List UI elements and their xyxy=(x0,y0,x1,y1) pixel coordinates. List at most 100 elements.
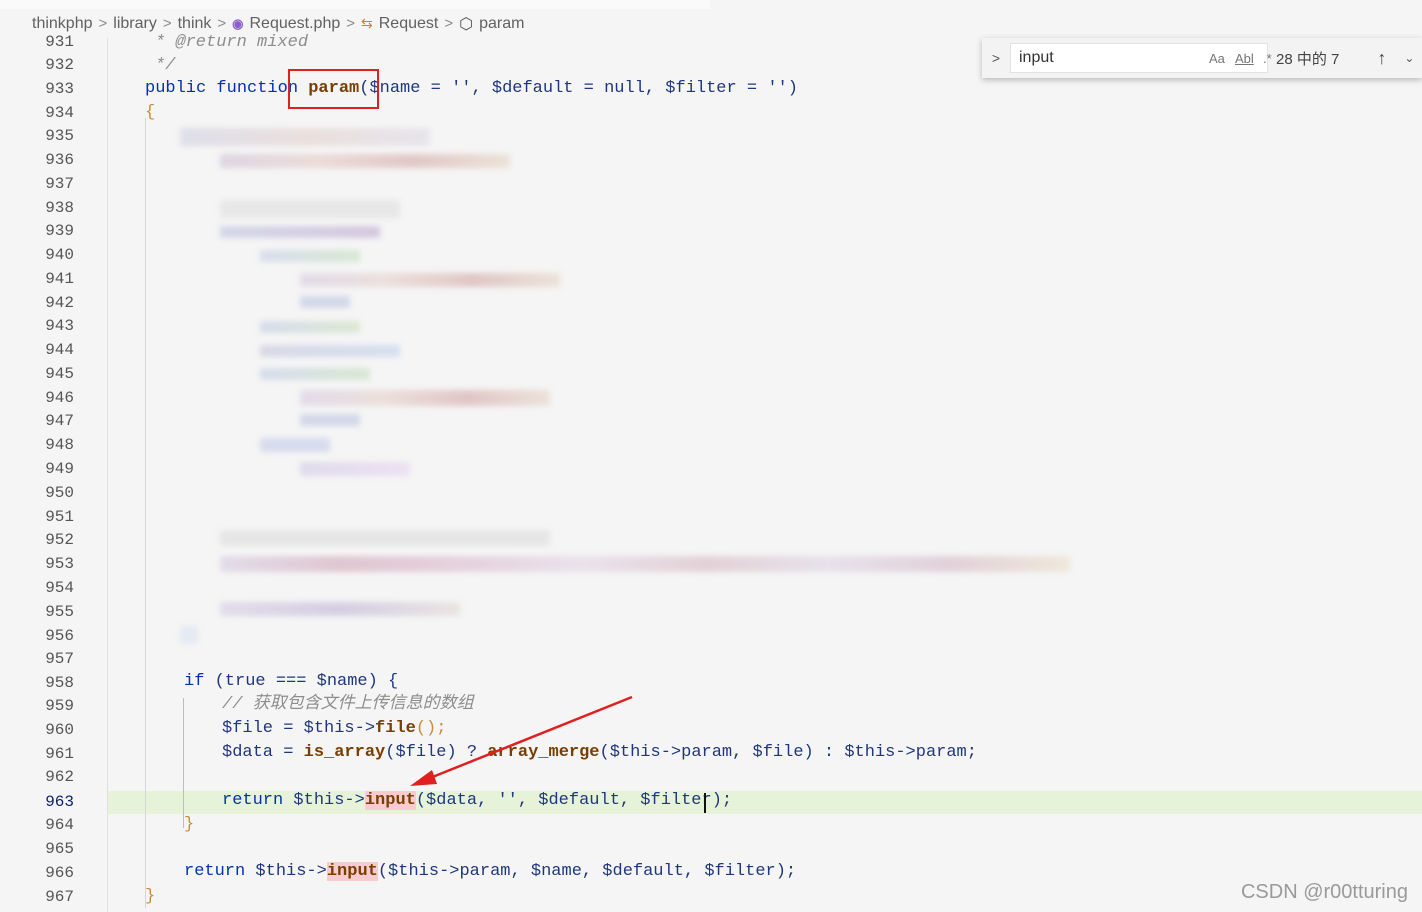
line-number: 936 xyxy=(45,151,74,169)
code-line-959: // 获取包含文件上传信息的数组 xyxy=(222,695,474,714)
code-token: (); xyxy=(415,719,447,738)
line-number: 935 xyxy=(45,127,74,145)
line-number: 962 xyxy=(45,768,74,786)
find-widget: > input Aa Abl .* 28 中的 7 ↑ ⌄ xyxy=(982,38,1422,78)
line-number: 952 xyxy=(45,531,74,549)
if-condition: (true === $name) { xyxy=(214,672,399,691)
line-number: 948 xyxy=(45,436,74,454)
line-number-active: 963 xyxy=(45,793,74,811)
code-line-967: } xyxy=(145,887,156,906)
code-line-964: } xyxy=(184,815,195,834)
breadcrumb-label: Request.php xyxy=(249,14,341,32)
breadcrumb-item-request-php[interactable]: ◉ Request.php xyxy=(232,15,340,33)
match-count: 28 中的 7 xyxy=(1276,50,1340,68)
code-token: ($this->param, $file) : $this->param; xyxy=(599,743,977,762)
chevron-right-icon: > xyxy=(346,15,355,32)
line-number: 931 xyxy=(45,33,74,51)
line-number: 942 xyxy=(45,294,74,312)
breadcrumb-item-request-class[interactable]: ⇆ Request xyxy=(361,15,438,33)
whole-word-icon[interactable]: Abl xyxy=(1235,51,1254,66)
code-line-932: */ xyxy=(155,56,176,75)
line-number: 939 xyxy=(45,222,74,240)
code-editor[interactable]: 931 932 933 934 935 936 937 938 939 940 … xyxy=(0,33,1422,912)
code-line-966: return $this->input($this->param, $name,… xyxy=(184,862,796,882)
breadcrumb-item-thinkphp[interactable]: thinkphp xyxy=(32,15,93,33)
breadcrumb-item-library[interactable]: library xyxy=(113,15,157,33)
line-number: 938 xyxy=(45,199,74,217)
line-number: 940 xyxy=(45,246,74,264)
code-token: ($file) ? xyxy=(385,743,488,762)
line-number: 934 xyxy=(45,104,74,122)
line-number: 953 xyxy=(45,555,74,573)
line-number: 957 xyxy=(45,650,74,668)
blurred-code-block xyxy=(180,128,1080,648)
chevron-right-icon: > xyxy=(98,15,108,32)
line-number: 965 xyxy=(45,840,74,858)
keyword-return: return xyxy=(222,791,294,810)
code-token: ($this->param, $name, $default, $filter)… xyxy=(377,862,797,881)
code-line-958: if (true === $name) { xyxy=(184,672,398,692)
annotation-red-box xyxy=(288,69,379,109)
param-signature: ($name = '', $default = null, $filter = … xyxy=(359,79,798,98)
previous-match-arrow-up-icon[interactable]: ↑ xyxy=(1377,48,1386,69)
line-number: 958 xyxy=(45,674,74,692)
line-number: 955 xyxy=(45,603,74,621)
php-file-icon: ◉ xyxy=(232,15,244,31)
breadcrumb-label: thinkphp xyxy=(32,14,93,32)
code-line-961: $data = is_array($file) ? array_merge($t… xyxy=(222,743,977,763)
top-strip xyxy=(0,0,710,9)
breadcrumb-label: param xyxy=(479,14,525,32)
code-token: $this-> xyxy=(293,791,365,810)
function-call-is-array: is_array xyxy=(303,743,386,762)
line-number: 951 xyxy=(45,508,74,526)
line-number: 945 xyxy=(45,365,74,383)
breadcrumb-item-param-method[interactable]: ⬡ param xyxy=(459,14,524,34)
line-number: 949 xyxy=(45,460,74,478)
code-token: $file = $this-> xyxy=(222,719,376,738)
method-cube-icon: ⬡ xyxy=(459,15,474,33)
next-match-chevron-icon[interactable]: ⌄ xyxy=(1404,51,1414,65)
line-number: 954 xyxy=(45,579,74,597)
line-number: 947 xyxy=(45,412,74,430)
line-number: 946 xyxy=(45,389,74,407)
code-line-963: return $this->input($data, '', $default,… xyxy=(222,791,732,811)
line-number: 933 xyxy=(45,80,74,98)
breadcrumb-label: Request xyxy=(378,14,439,32)
keyword-public-function: public function xyxy=(145,79,309,98)
code-token: $data = xyxy=(222,743,304,762)
line-number: 937 xyxy=(45,175,74,193)
indent-guide xyxy=(145,118,146,908)
code-token: ($data, '', $default, $filter); xyxy=(415,791,733,810)
text-cursor xyxy=(704,793,706,813)
chevron-right-icon: > xyxy=(444,15,454,32)
line-number: 967 xyxy=(45,888,74,906)
find-input[interactable]: input Aa Abl .* xyxy=(1010,43,1272,73)
watermark: CSDN @r00tturing xyxy=(1240,881,1408,903)
search-match-input: input xyxy=(364,791,416,810)
line-number: 944 xyxy=(45,341,74,359)
line-number: 956 xyxy=(45,627,74,645)
line-number: 964 xyxy=(45,816,74,834)
code-line-934: { xyxy=(145,103,156,122)
line-number-gutter: 931 932 933 934 935 936 937 938 939 940 … xyxy=(11,33,108,912)
code-line-960: $file = $this->file(); xyxy=(222,719,446,739)
chevron-right-icon: > xyxy=(217,15,227,32)
line-number: 966 xyxy=(45,864,74,882)
match-case-icon[interactable]: Aa xyxy=(1209,51,1225,66)
line-number: 961 xyxy=(45,745,74,763)
find-query-text: input xyxy=(1019,49,1054,66)
breadcrumb-label: library xyxy=(113,14,157,32)
breadcrumb-item-think[interactable]: think xyxy=(178,15,212,33)
keyword-if: if xyxy=(184,672,215,691)
line-number: 932 xyxy=(45,56,74,74)
keyword-return: return xyxy=(184,862,256,881)
line-number: 950 xyxy=(45,484,74,502)
regex-icon[interactable]: .* xyxy=(1263,51,1272,66)
line-number: 941 xyxy=(45,270,74,288)
toggle-replace-chevron-icon[interactable]: > xyxy=(982,50,1010,66)
line-number: 960 xyxy=(45,721,74,739)
code-line-931: * @return mixed xyxy=(155,33,309,52)
function-call-file: file xyxy=(375,719,416,738)
code-line-933: public function param($name = '', $defau… xyxy=(145,79,798,99)
breadcrumb-label: think xyxy=(177,14,212,32)
